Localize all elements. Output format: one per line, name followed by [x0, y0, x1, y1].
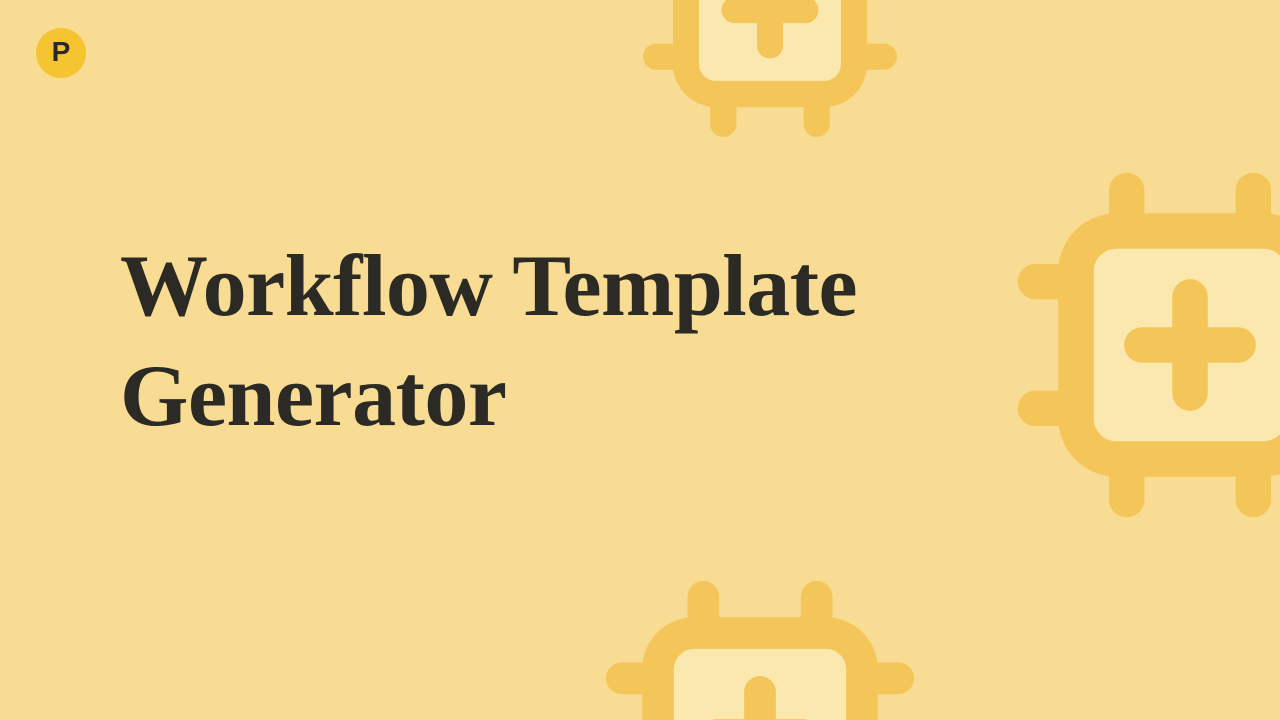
- title-line-2: Generator: [120, 348, 506, 445]
- chip-icon: [1000, 155, 1280, 535]
- chip-icon: [630, 0, 910, 150]
- brand-logo-letter: P: [52, 36, 71, 68]
- brand-logo: P: [36, 28, 86, 78]
- page-title: Workflow Template Generator: [120, 232, 857, 452]
- chip-icon: [590, 565, 930, 720]
- title-line-1: Workflow Template: [120, 238, 857, 335]
